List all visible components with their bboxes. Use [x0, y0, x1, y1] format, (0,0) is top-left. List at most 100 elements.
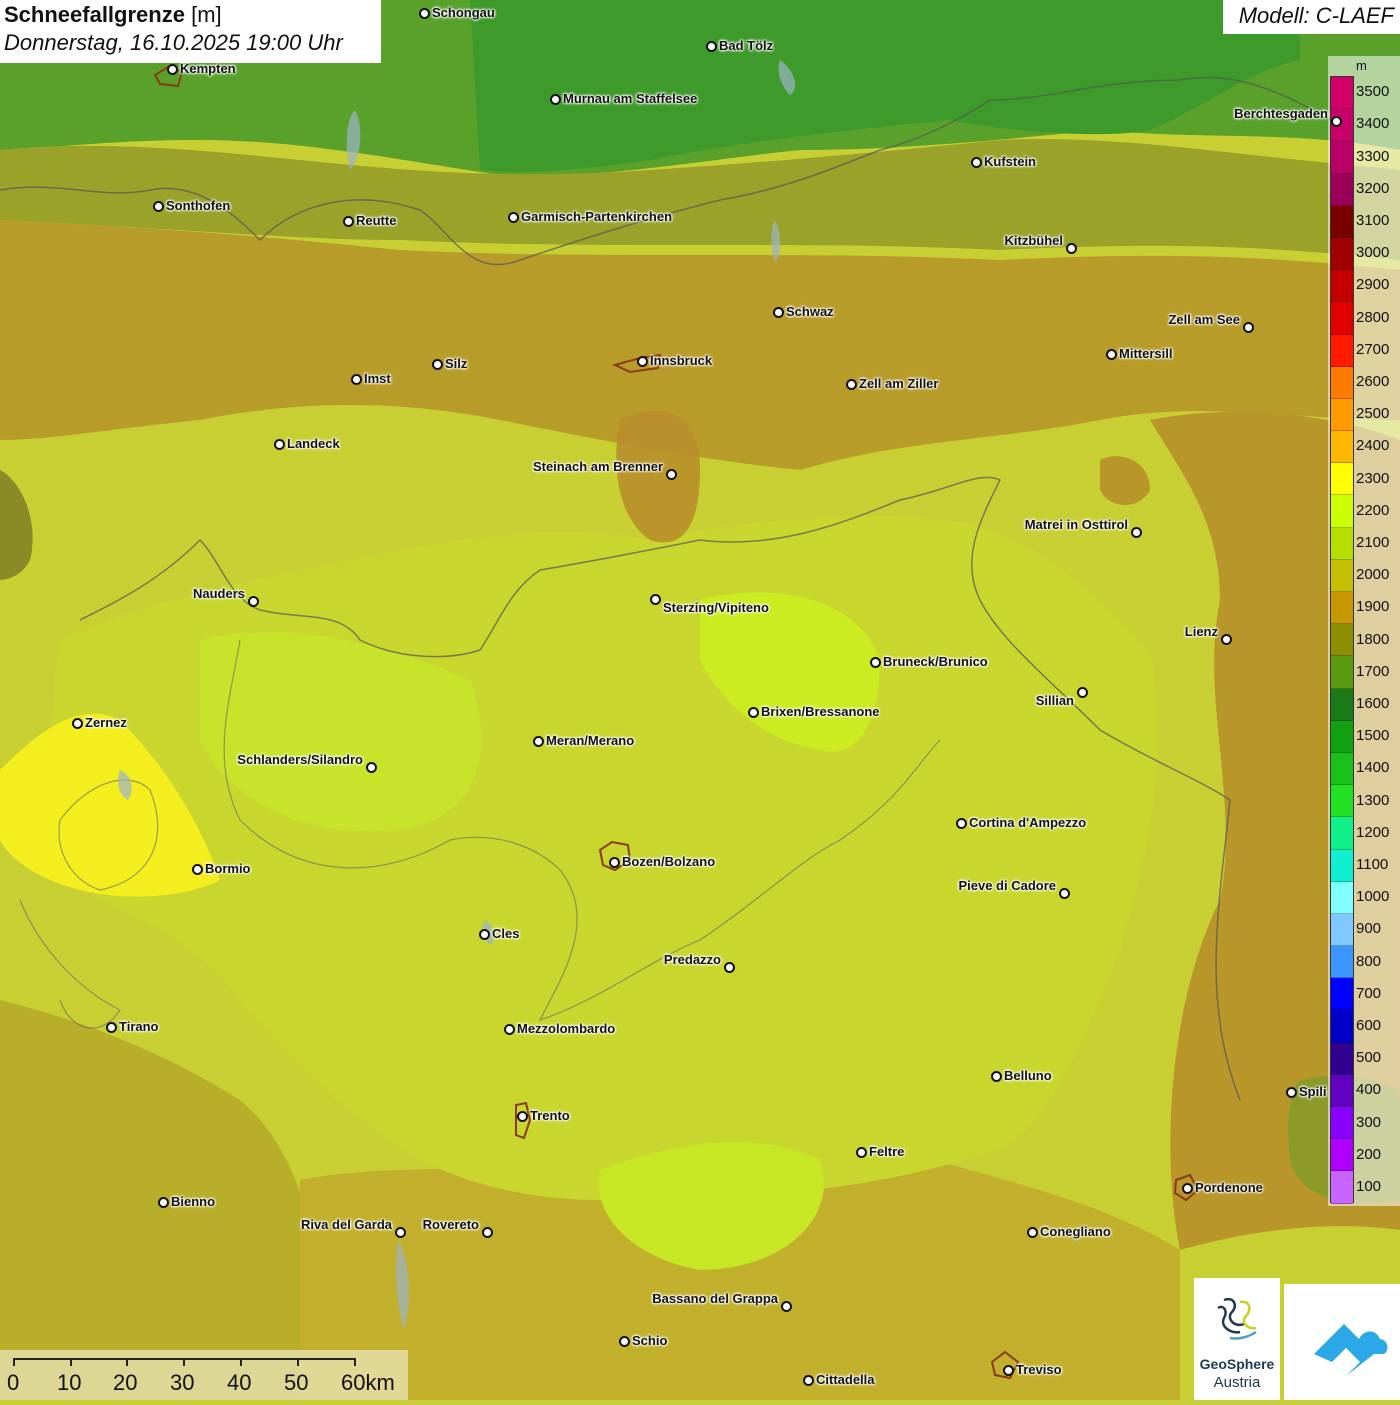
city-marker-icon [167, 64, 178, 75]
legend-label: 500 [1356, 1049, 1382, 1067]
legend-swatch [1331, 237, 1353, 271]
city-marker-icon [1106, 349, 1117, 360]
city-label: Mittersill [1119, 346, 1173, 361]
partner-logo [1284, 1284, 1400, 1400]
legend-label: 3100 [1356, 211, 1390, 229]
city-label: Conegliano [1040, 1224, 1111, 1239]
city-marker-icon [856, 1147, 867, 1158]
legend-swatch [1331, 688, 1353, 721]
city-marker-icon [419, 8, 430, 19]
city-label: Brixen/Bressanone [761, 704, 880, 719]
city-label: Predazzo [663, 952, 721, 967]
city-label: Feltre [869, 1144, 905, 1159]
city-marker-icon [432, 359, 443, 370]
city-label: Murnau am Staffelsee [563, 91, 698, 106]
legend-swatch [1331, 527, 1353, 560]
city-marker-icon [748, 707, 759, 718]
city-marker-icon [343, 216, 354, 227]
legend-swatch [1331, 720, 1353, 753]
city-label: Bad Tölz [719, 38, 774, 53]
city-label: Cortina d'Ampezzo [969, 815, 1087, 830]
legend-swatch [1331, 849, 1353, 882]
scale-tick [126, 1358, 128, 1366]
city-label: Kitzbühel [1004, 233, 1064, 248]
legend-swatch [1331, 1010, 1353, 1043]
city-marker-icon [550, 94, 561, 105]
city-label: Silz [445, 356, 468, 371]
legend-swatch [1331, 173, 1353, 206]
legend-label: 1600 [1356, 694, 1390, 712]
legend-swatch [1331, 656, 1353, 689]
legend-label: 1300 [1356, 791, 1390, 809]
city-label: Schongau [432, 5, 495, 20]
city-marker-icon [192, 864, 203, 875]
legend-swatch [1331, 752, 1353, 786]
city-label: Lienz [1184, 624, 1218, 639]
city-label: Pordenone [1195, 1180, 1263, 1195]
legend-swatch [1331, 495, 1353, 528]
city-marker-icon [1182, 1183, 1193, 1194]
city-marker-icon [1243, 322, 1254, 333]
city-label: Kempten [180, 61, 236, 76]
city-label: Cittadella [816, 1372, 875, 1387]
city-marker-icon [991, 1071, 1002, 1082]
color-legend: m 3500 3400 3300 3200 3100 3000 2900 2800 2700 26… [1328, 56, 1400, 1206]
legend-label: 1900 [1356, 598, 1390, 616]
city-label: Cles [492, 926, 520, 941]
legend-swatch [1331, 785, 1353, 818]
city-label: Sterzing/Vipiteno [663, 600, 769, 615]
city-label: Pieve di Cadore [958, 878, 1056, 893]
city-marker-icon [1027, 1227, 1038, 1238]
geosphere-logo-icon [1217, 1297, 1257, 1340]
legend-swatch [1331, 559, 1353, 592]
scale-tick [70, 1358, 72, 1366]
city-label: Landeck [287, 436, 340, 451]
legend-swatch [1331, 1074, 1353, 1107]
legend-color-bar [1330, 76, 1354, 1204]
city-marker-icon [482, 1227, 493, 1238]
legend-swatch [1331, 463, 1353, 496]
city-label: Schwaz [786, 304, 834, 319]
legend-label: 1200 [1356, 823, 1390, 841]
city-label: Imst [364, 371, 391, 386]
geosphere-line1: GeoSphere [1199, 1356, 1275, 1372]
legend-swatch [1331, 1139, 1353, 1172]
city-marker-icon [395, 1227, 406, 1238]
map-title-unit: [m] [191, 2, 222, 27]
city-label: Steinach am Brenner [532, 459, 663, 474]
legend-unit: m [1356, 58, 1367, 73]
city-marker-icon [106, 1022, 117, 1033]
city-marker-icon [706, 41, 717, 52]
city-marker-icon [533, 736, 544, 747]
city-marker-icon [274, 439, 285, 450]
city-marker-icon [1003, 1365, 1014, 1376]
city-label: Trento [530, 1108, 570, 1123]
city-label: Bruneck/Brunico [883, 654, 988, 669]
city-label: Riva del Garda [300, 1217, 392, 1232]
city-label: Sillian [1035, 693, 1074, 708]
city-marker-icon [1059, 888, 1070, 899]
city-label: Garmisch-Partenkirchen [521, 209, 673, 224]
city-label: Rovereto [422, 1217, 479, 1232]
city-marker-icon [637, 356, 648, 367]
city-label: Tirano [119, 1019, 159, 1034]
city-label: Zell am Ziller [859, 376, 939, 391]
legend-label: 2400 [1356, 437, 1390, 455]
legend-label: 2300 [1356, 469, 1390, 487]
legend-swatch [1331, 946, 1353, 979]
city-marker-icon [351, 374, 362, 385]
scale-tick [13, 1358, 15, 1366]
city-label: Reutte [356, 213, 397, 228]
legend-swatch [1331, 141, 1353, 174]
city-marker-icon [1331, 116, 1342, 127]
legend-swatch [1331, 302, 1353, 335]
legend-label: 600 [1356, 1016, 1382, 1034]
city-label: Bormio [205, 861, 251, 876]
map-title-text: Schneefallgrenze [4, 2, 185, 27]
city-marker-icon [153, 201, 164, 212]
city-label: Belluno [1004, 1068, 1052, 1083]
city-marker-icon [1077, 687, 1088, 698]
city-label: Zell am See [1168, 312, 1240, 327]
city-marker-icon [724, 962, 735, 973]
city-marker-icon [846, 379, 857, 390]
